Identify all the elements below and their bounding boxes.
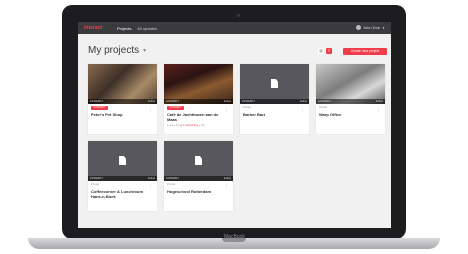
- project-card[interactable]: 10/10/2017 Active Private Hogeschool Rot…: [164, 141, 233, 211]
- project-title[interactable]: Barber Bart: [243, 112, 301, 117]
- document-icon: [271, 79, 278, 88]
- status-badge: CONCEPT: [167, 106, 184, 110]
- camera: [237, 14, 240, 17]
- top-navigation-bar: interact Projects Ml updates John Doe ▼: [78, 22, 391, 34]
- nav-projects[interactable]: Projects: [117, 26, 131, 31]
- project-type: Private: [91, 183, 100, 186]
- kebab-menu-icon[interactable]: ⋮: [300, 108, 305, 113]
- project-date: 10/10/2017: [318, 100, 331, 103]
- project-thumbnail: 10/10/2017 Active: [164, 64, 233, 104]
- project-thumbnail: 10/10/2017 Active: [240, 64, 309, 104]
- project-thumbnail: 10/10/2017 Active: [164, 141, 233, 181]
- stats-progress: ● 3/4 ● 1/4: [167, 124, 180, 127]
- chevron-down-icon: ▼: [382, 25, 385, 30]
- project-status: Active: [147, 100, 155, 103]
- page-title-text: My projects: [88, 45, 140, 56]
- kebab-menu-icon[interactable]: ⋮: [224, 185, 229, 190]
- project-date: 10/10/2017: [90, 100, 103, 103]
- project-title[interactable]: Peter's Pet Shop: [91, 112, 149, 117]
- project-thumbnail: 10/10/2017 Active: [88, 64, 157, 104]
- list-view-icon[interactable]: ≡: [326, 48, 332, 54]
- user-name: John Doe: [362, 25, 381, 30]
- app-logo[interactable]: interact: [84, 25, 111, 31]
- project-thumbnail: 10/10/2017 Active: [316, 64, 385, 104]
- chevron-down-icon: ▼: [142, 47, 148, 54]
- device-brand: MacBook: [224, 234, 245, 240]
- project-type: Private: [243, 106, 252, 109]
- page-title[interactable]: My projects ▼: [88, 45, 147, 56]
- project-title[interactable]: Coffeecorner & Lunchroom Hans-n-Boek: [91, 189, 149, 199]
- thumbnail-bar: 10/10/2017 Active: [240, 99, 309, 104]
- project-title[interactable]: Hogeschool Rotterdam: [167, 189, 225, 194]
- kebab-menu-icon[interactable]: ⋮: [148, 185, 153, 190]
- kebab-menu-icon[interactable]: ⋮: [148, 108, 153, 113]
- project-status: Active: [223, 100, 231, 103]
- screen: interact Projects Ml updates John Doe ▼ …: [78, 22, 391, 228]
- project-title[interactable]: Café de Jachthaven aan de Maas: [167, 112, 225, 122]
- project-card[interactable]: 10/10/2017 Active Private Coffeecorner &…: [88, 141, 157, 211]
- project-status: Active: [299, 100, 307, 103]
- thumbnail-bar: 10/10/2017 Active: [88, 99, 157, 104]
- project-card[interactable]: 10/10/2017 Active Private Barber Bart ⋮: [240, 64, 309, 134]
- project-status: Active: [223, 177, 231, 180]
- stats-outstanding: ● 1 outstanding: [180, 124, 199, 127]
- thumbnail-bar: 10/10/2017 Active: [164, 176, 233, 181]
- stats-done: ● 3/4: [198, 124, 205, 127]
- project-type: Private: [319, 106, 328, 109]
- kebab-menu-icon[interactable]: ⋮: [224, 108, 229, 113]
- project-status: Active: [375, 100, 383, 103]
- thumbnail-bar: 10/10/2017 Active: [88, 176, 157, 181]
- create-project-button[interactable]: Create new project: [343, 48, 387, 55]
- nav-updates[interactable]: Ml updates: [137, 26, 157, 31]
- project-card[interactable]: 10/10/2017 Active Private Warp Office ⋮: [316, 64, 385, 134]
- project-type: Private: [167, 183, 176, 186]
- thumbnail-bar: 10/10/2017 Active: [316, 99, 385, 104]
- project-date: 10/10/2017: [166, 177, 179, 180]
- thumbnail-bar: 10/10/2017 Active: [164, 99, 233, 104]
- kebab-menu-icon[interactable]: ⋮: [376, 108, 381, 113]
- project-date: 10/10/2017: [166, 100, 179, 103]
- project-stats: ● 3/4 ● 1/4 ● 1 outstanding ● 3/4: [167, 124, 205, 127]
- project-thumbnail: 10/10/2017 Active: [88, 141, 157, 181]
- project-title[interactable]: Warp Office: [319, 112, 377, 117]
- grid-view-icon[interactable]: ▦: [318, 48, 324, 54]
- document-icon: [119, 156, 126, 165]
- user-menu[interactable]: John Doe ▼: [355, 25, 385, 30]
- project-card[interactable]: 10/10/2017 Active CONCEPT Peter's Pet Sh…: [88, 64, 157, 134]
- project-date: 10/10/2017: [242, 100, 255, 103]
- view-toggles: ▦ ≡: [318, 48, 334, 54]
- project-card[interactable]: 10/10/2017 Active CONCEPT Café de Jachth…: [164, 64, 233, 134]
- project-date: 10/10/2017: [90, 177, 103, 180]
- project-status: Active: [147, 177, 155, 180]
- avatar: [355, 25, 361, 30]
- status-badge: CONCEPT: [91, 106, 108, 110]
- document-icon: [195, 156, 202, 165]
